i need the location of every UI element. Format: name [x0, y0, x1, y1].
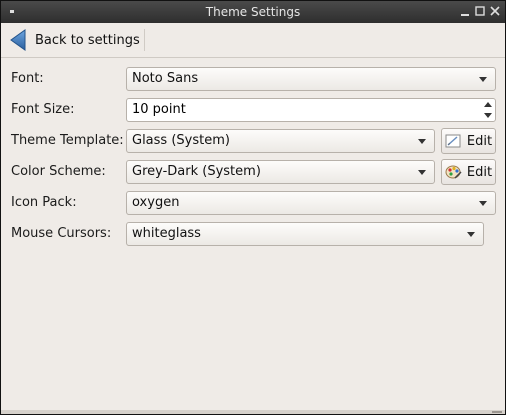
icon-pack-value: oxygen	[132, 195, 180, 210]
chevron-down-icon	[467, 232, 475, 237]
resize-grip-icon[interactable]	[490, 410, 504, 414]
color-scheme-value: Grey-Dark (System)	[132, 164, 261, 179]
font-select[interactable]: Noto Sans	[126, 67, 496, 91]
theme-template-label: Theme Template:	[11, 133, 124, 148]
font-value: Noto Sans	[132, 71, 199, 86]
font-size-label: Font Size:	[11, 102, 75, 117]
title-bar[interactable]: Theme Settings	[1, 1, 505, 23]
color-scheme-row: Color Scheme: Grey-Dark (System) Edit	[1, 158, 505, 186]
spin-up-icon[interactable]	[484, 102, 492, 107]
edit-theme-template-button[interactable]: Edit	[441, 128, 496, 154]
toolbar-separator	[144, 29, 145, 51]
arrow-left-icon	[10, 29, 26, 51]
mouse-cursors-value: whiteglass	[132, 226, 201, 241]
status-bar	[1, 410, 505, 414]
font-size-value: 10 point	[132, 102, 186, 117]
theme-template-row: Theme Template: Glass (System) Edit	[1, 127, 505, 155]
document-edit-icon	[445, 134, 461, 148]
chevron-down-icon	[418, 170, 426, 175]
mouse-cursors-row: Mouse Cursors: whiteglass	[1, 220, 505, 248]
chevron-down-icon	[479, 201, 487, 206]
font-size-spinbox[interactable]: 10 point	[126, 98, 496, 122]
chevron-down-icon	[418, 139, 426, 144]
color-scheme-select[interactable]: Grey-Dark (System)	[126, 160, 435, 184]
theme-settings-window: Theme Settings Back to settings Font: No…	[0, 0, 506, 415]
font-label: Font:	[11, 71, 44, 86]
edit-label: Edit	[466, 164, 493, 180]
edit-label: Edit	[466, 133, 493, 149]
icon-pack-row: Icon Pack: oxygen	[1, 189, 505, 217]
back-to-settings-button[interactable]: Back to settings	[9, 27, 140, 53]
spin-down-icon[interactable]	[484, 113, 492, 118]
minimize-icon[interactable]	[459, 5, 471, 17]
toolbar: Back to settings	[1, 23, 505, 58]
mouse-cursors-label: Mouse Cursors:	[11, 226, 112, 241]
icon-pack-select[interactable]: oxygen	[126, 191, 496, 215]
window-title: Theme Settings	[205, 5, 301, 19]
maximize-icon[interactable]	[474, 5, 486, 17]
color-scheme-label: Color Scheme:	[11, 164, 106, 179]
theme-template-value: Glass (System)	[132, 133, 230, 148]
edit-color-scheme-button[interactable]: Edit	[441, 159, 496, 185]
back-label: Back to settings	[35, 32, 140, 48]
font-size-row: Font Size: 10 point	[1, 96, 505, 124]
icon-pack-label: Icon Pack:	[11, 195, 77, 210]
font-row: Font: Noto Sans	[1, 65, 505, 93]
chevron-down-icon	[479, 77, 487, 82]
theme-template-select[interactable]: Glass (System)	[126, 129, 435, 153]
mouse-cursors-select[interactable]: whiteglass	[126, 222, 484, 246]
color-palette-icon	[445, 165, 462, 179]
close-icon[interactable]	[489, 5, 501, 17]
